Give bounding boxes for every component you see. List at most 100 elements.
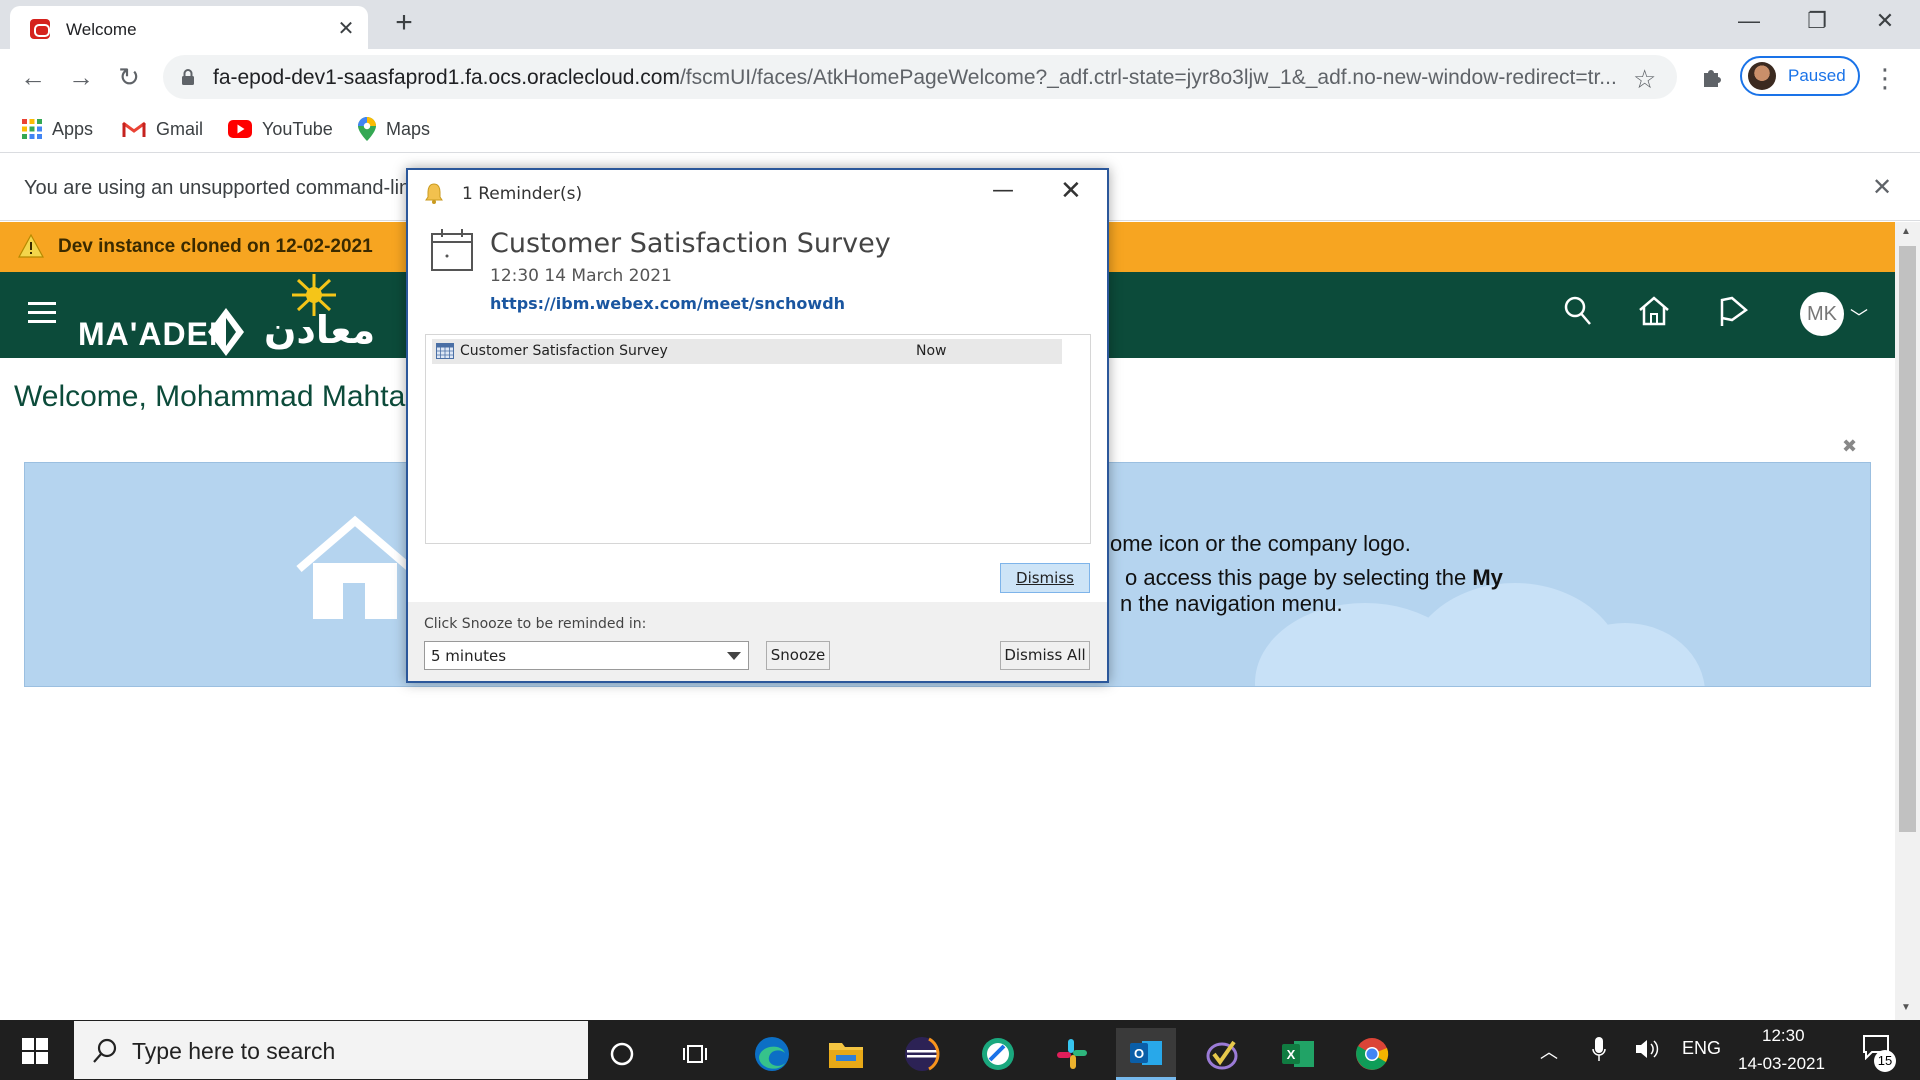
reload-icon[interactable]: ↻ xyxy=(114,63,144,93)
svg-text:X: X xyxy=(1287,1047,1296,1062)
page-scrollbar[interactable]: ▲ ▼ xyxy=(1895,222,1920,1020)
task-view-icon[interactable] xyxy=(666,1028,726,1080)
show-hidden-icons-chevron-icon[interactable]: ︿ xyxy=(1540,1038,1558,1064)
taskbar-search-box[interactable]: Type here to search xyxy=(74,1021,588,1079)
edge-browser-icon[interactable] xyxy=(742,1028,802,1080)
url-text: fa-epod-dev1-saasfaprod1.fa.ocs.oraclecl… xyxy=(213,66,1617,89)
company-logo[interactable]: MA'ADEN معادن xyxy=(78,272,398,358)
window-restore-button[interactable]: ❐ xyxy=(1794,6,1840,38)
bookmark-gmail[interactable]: Gmail xyxy=(122,117,203,141)
input-language[interactable]: ENG xyxy=(1682,1038,1721,1059)
snooze-button[interactable]: Snooze xyxy=(766,641,830,670)
profile-button[interactable]: Paused xyxy=(1740,56,1860,96)
cortana-icon[interactable] xyxy=(592,1028,652,1080)
snooze-footer: Click Snooze to be reminded in: 5 minute… xyxy=(408,602,1107,681)
dismiss-button[interactable]: Dismiss xyxy=(1000,563,1090,593)
extensions-puzzle-icon[interactable] xyxy=(1700,65,1724,89)
search-placeholder: Type here to search xyxy=(132,1038,336,1064)
dialog-title: 1 Reminder(s) xyxy=(462,184,583,204)
clock-time[interactable]: 12:30 xyxy=(1762,1026,1805,1046)
profile-status: Paused xyxy=(1788,66,1846,85)
banner-message: Dev instance cloned on 12-02-2021 xyxy=(58,236,373,257)
logo-diamond-icon xyxy=(208,308,244,356)
window-minimize-button[interactable]: — xyxy=(1726,6,1772,38)
outlook-icon[interactable]: O xyxy=(1116,1028,1176,1080)
windows-start-icon[interactable] xyxy=(22,1038,48,1064)
tab-close-icon[interactable]: ✕ xyxy=(335,18,357,40)
youtube-icon xyxy=(228,120,252,138)
lock-icon xyxy=(182,69,194,85)
item-due-in: Now xyxy=(916,343,947,359)
clock-date[interactable]: 14-03-2021 xyxy=(1738,1054,1825,1074)
search-icon[interactable] xyxy=(1564,296,1592,326)
chevron-down-icon[interactable]: ﹀ xyxy=(1850,304,1868,330)
excel-icon[interactable]: X xyxy=(1268,1028,1328,1080)
dialog-close-button[interactable]: ✕ xyxy=(1060,176,1082,206)
bookmark-label: Maps xyxy=(386,118,431,139)
notification-count-badge: 15 xyxy=(1874,1050,1896,1072)
panel-text-line: ome icon or the company logo. xyxy=(1110,531,1411,556)
oracle-favicon-icon xyxy=(30,19,50,39)
microphone-icon[interactable] xyxy=(1592,1036,1606,1062)
meeting-link[interactable]: https://ibm.webex.com/meet/snchowdh xyxy=(490,294,845,313)
slack-icon[interactable] xyxy=(1042,1028,1102,1080)
user-avatar[interactable]: MK xyxy=(1800,292,1844,336)
logo-arabic-text: معادن xyxy=(264,308,376,352)
green-circle-app-icon[interactable] xyxy=(968,1028,1028,1080)
bookmarks-bar: Apps Gmail YouTube Maps xyxy=(0,105,1920,153)
item-subject: Customer Satisfaction Survey xyxy=(460,343,668,359)
tab-welcome[interactable]: Welcome ✕ xyxy=(10,6,368,49)
profile-avatar xyxy=(1748,62,1776,90)
navigator-menu-icon[interactable] xyxy=(28,302,56,329)
scroll-up-arrow-icon[interactable]: ▲ xyxy=(1901,226,1911,237)
bookmark-apps[interactable]: Apps xyxy=(22,117,93,141)
dismiss-all-button[interactable]: Dismiss All xyxy=(1000,641,1090,670)
browser-toolbar: ← → ↻ fa-epod-dev1-saasfaprod1.fa.ocs.or… xyxy=(0,49,1920,105)
scroll-down-arrow-icon[interactable]: ▼ xyxy=(1901,1002,1911,1013)
snooze-duration-value: 5 minutes xyxy=(431,647,507,665)
bookmark-youtube[interactable]: YouTube xyxy=(228,117,333,141)
outlook-reminder-dialog: 1 Reminder(s) — ✕ Customer Satisfaction … xyxy=(406,168,1109,683)
browser-menu-icon[interactable]: ⋮ xyxy=(1872,63,1898,94)
apps-grid-icon xyxy=(22,119,42,139)
home-illustration-icon xyxy=(296,515,414,619)
speaker-volume-icon[interactable] xyxy=(1634,1038,1660,1060)
tab-title: Welcome xyxy=(66,20,137,39)
bookmark-maps[interactable]: Maps xyxy=(358,117,430,141)
maps-pin-icon xyxy=(358,117,376,141)
eclipse-icon[interactable] xyxy=(892,1028,952,1080)
bookmark-label: YouTube xyxy=(262,118,333,139)
favorites-flag-icon[interactable] xyxy=(1718,296,1748,328)
chrome-icon[interactable] xyxy=(1342,1028,1402,1080)
windows-taskbar: Type here to search O X ︿ ENG 12:30 14-0… xyxy=(0,1020,1920,1080)
reminder-list: Customer Satisfaction Survey Now xyxy=(425,334,1091,544)
calendar-icon xyxy=(431,229,473,271)
bookmark-label: Gmail xyxy=(156,118,204,139)
svg-text:O: O xyxy=(1134,1046,1144,1061)
panel-close-icon[interactable]: ✖ xyxy=(1842,436,1857,457)
scrollbar-thumb[interactable] xyxy=(1899,246,1916,832)
snooze-duration-select[interactable]: 5 minutes xyxy=(424,641,749,670)
dropdown-arrow-icon[interactable] xyxy=(727,652,741,660)
bookmark-star-icon[interactable]: ☆ xyxy=(1633,64,1656,95)
infobar-close-icon[interactable]: ✕ xyxy=(1872,173,1892,202)
panel-text-line: n the navigation menu. xyxy=(1120,591,1343,616)
warning-icon xyxy=(18,234,44,258)
window-close-button[interactable]: ✕ xyxy=(1862,6,1908,38)
bell-icon xyxy=(425,183,443,204)
address-bar[interactable]: fa-epod-dev1-saasfaprod1.fa.ocs.oraclecl… xyxy=(163,55,1677,99)
reminder-datetime: 12:30 14 March 2021 xyxy=(490,266,672,286)
forward-arrow-icon[interactable]: → xyxy=(66,63,96,93)
dialog-minimize-button[interactable]: — xyxy=(992,178,1014,203)
new-tab-button[interactable]: + xyxy=(390,8,418,40)
list-item[interactable]: Customer Satisfaction Survey Now xyxy=(432,339,1062,364)
file-explorer-icon[interactable] xyxy=(816,1028,876,1080)
panel-text-line: o access this page by selecting the My xyxy=(1125,565,1503,590)
checkmark-app-icon[interactable] xyxy=(1192,1028,1252,1080)
reminder-subject: Customer Satisfaction Survey xyxy=(490,228,891,259)
back-arrow-icon[interactable]: ← xyxy=(18,63,48,93)
browser-tab-strip: Welcome ✕ + — ❐ ✕ xyxy=(0,0,1920,49)
gmail-icon xyxy=(122,121,146,137)
home-icon[interactable] xyxy=(1638,296,1670,326)
bookmark-label: Apps xyxy=(52,118,94,139)
